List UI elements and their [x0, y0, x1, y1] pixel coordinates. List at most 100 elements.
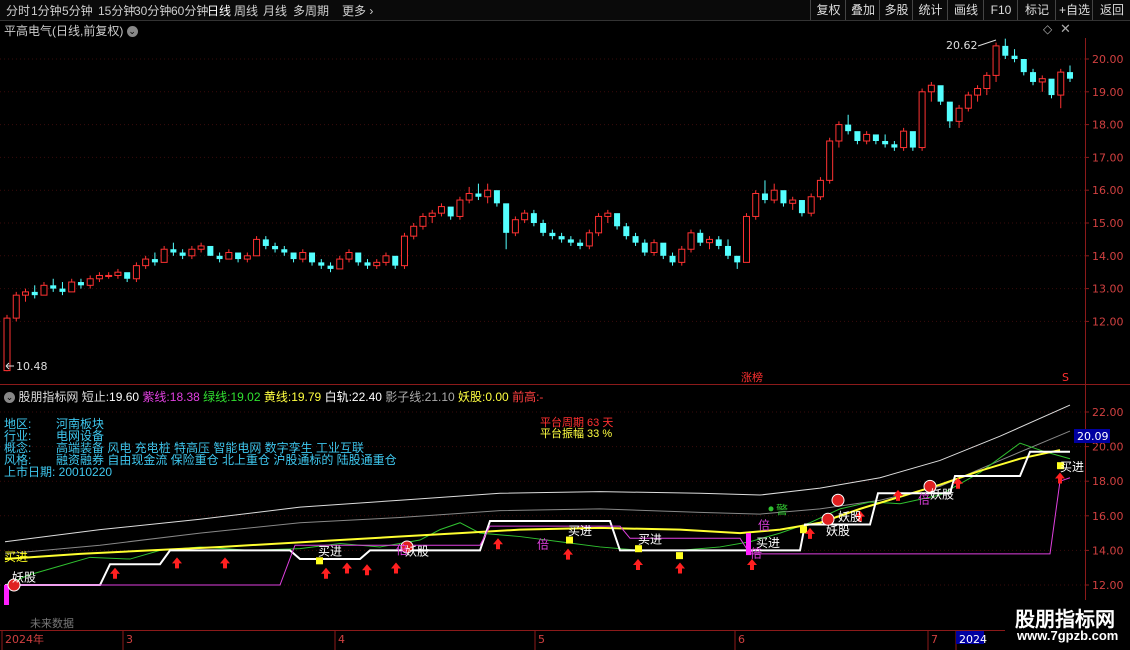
- x-label: 6: [738, 633, 745, 646]
- candle-body: [503, 203, 510, 233]
- candle-body: [687, 232, 695, 250]
- ind-y-label: 14.00: [1092, 544, 1124, 557]
- candle-body: [1038, 78, 1046, 83]
- signal-label: 买进: [318, 545, 342, 559]
- candle-body: [585, 232, 593, 247]
- x-label: 5: [538, 633, 545, 646]
- up-arrow-icon: [172, 557, 182, 569]
- rise-badge: 涨榜: [741, 370, 763, 384]
- current-value: 20.09: [1077, 430, 1109, 443]
- candle-body: [863, 133, 871, 142]
- candle-body: [835, 124, 843, 142]
- y-label: 13.00: [1092, 283, 1124, 296]
- candle-body: [419, 215, 427, 227]
- signal-label: 倍: [396, 542, 408, 557]
- candle-body: [807, 196, 815, 214]
- candle-body: [364, 262, 371, 266]
- up-arrow-icon: [1055, 472, 1065, 484]
- candle-body: [160, 248, 168, 263]
- up-arrow-icon: [110, 567, 120, 579]
- candle-body: [623, 226, 630, 237]
- warn-label: 警: [776, 502, 788, 517]
- candle-body: [882, 141, 889, 145]
- signal-label: 妖股: [838, 510, 862, 524]
- candle-body: [142, 258, 150, 267]
- candle-body: [549, 232, 556, 237]
- candle-body: [373, 261, 381, 267]
- candle-body: [567, 239, 574, 243]
- signal-label: 妖股: [930, 488, 954, 502]
- s-marker-icon: S: [1062, 371, 1069, 384]
- ind-y-label: 16.00: [1092, 510, 1124, 523]
- candle-body: [243, 255, 251, 260]
- candle-body: [456, 199, 464, 217]
- signal-label: 倍: [537, 537, 549, 552]
- candle-body: [114, 271, 122, 276]
- candle-body: [521, 212, 529, 221]
- signal-square: [676, 552, 683, 560]
- candle-body: [558, 236, 565, 240]
- candle-body: [927, 84, 935, 93]
- candle-body: [511, 219, 519, 234]
- candle-body: [382, 255, 390, 263]
- candle-body: [1057, 71, 1065, 96]
- watermark-url: www.7gpzb.com: [1017, 628, 1119, 643]
- candle-body: [225, 252, 233, 260]
- candle-body: [1067, 72, 1073, 79]
- up-arrow-icon: [747, 559, 757, 571]
- candle-body: [577, 242, 584, 246]
- candle-body: [207, 245, 214, 256]
- signal-label: 妖股: [12, 571, 36, 585]
- candle-body: [447, 206, 454, 217]
- candle-body: [678, 248, 686, 263]
- x-label: 4: [338, 633, 345, 646]
- candle-body: [724, 245, 731, 256]
- candle-body: [132, 265, 140, 280]
- candle-body: [974, 88, 982, 96]
- y-label: 19.00: [1092, 86, 1124, 99]
- kline-chart[interactable]: 20.00 19.00 18.00 17.00 16.00 15.00 14.00 13.00…: [0, 0, 1130, 650]
- candle-body: [428, 212, 436, 217]
- y-label: 16.00: [1092, 184, 1124, 197]
- candle-body: [798, 200, 805, 214]
- candle-body: [105, 274, 113, 277]
- candle-body: [918, 91, 926, 149]
- candle-body: [216, 255, 223, 260]
- candle-body: [21, 291, 29, 296]
- candle-body: [715, 239, 722, 246]
- candle-body: [151, 259, 158, 263]
- candle-body: [660, 242, 667, 256]
- candle-body: [872, 134, 879, 141]
- ind-y-label: 22.00: [1092, 406, 1124, 419]
- high-label: 20.62: [946, 39, 978, 52]
- up-arrow-icon: [362, 564, 372, 576]
- candle-body: [124, 272, 131, 279]
- up-arrow-icon: [220, 557, 230, 569]
- candle-body: [299, 252, 307, 260]
- candle-body: [595, 215, 603, 234]
- candle-body: [614, 213, 621, 227]
- candle-body: [68, 281, 76, 293]
- y-label: 18.00: [1092, 119, 1124, 132]
- y-label: 17.00: [1092, 151, 1124, 164]
- candle-body: [816, 179, 824, 198]
- up-arrow-icon: [321, 567, 331, 579]
- candle-body: [706, 238, 714, 244]
- candle-body: [262, 239, 269, 246]
- candle-body: [734, 255, 741, 263]
- candle-body: [540, 223, 547, 233]
- candle-body: [318, 262, 325, 266]
- signal-label: 买进: [1060, 460, 1084, 474]
- candle-body: [336, 258, 344, 270]
- candle-body: [31, 291, 38, 296]
- y-label: 14.00: [1092, 250, 1124, 263]
- candle-body: [197, 245, 205, 250]
- candle-body: [12, 294, 20, 319]
- y-label: 20.00: [1092, 53, 1124, 66]
- x-label: 7: [931, 633, 938, 646]
- candle-body: [253, 238, 261, 257]
- candle-body: [484, 189, 492, 198]
- candle-body: [780, 190, 787, 204]
- candle-body: [290, 252, 297, 260]
- up-arrow-icon: [342, 562, 352, 574]
